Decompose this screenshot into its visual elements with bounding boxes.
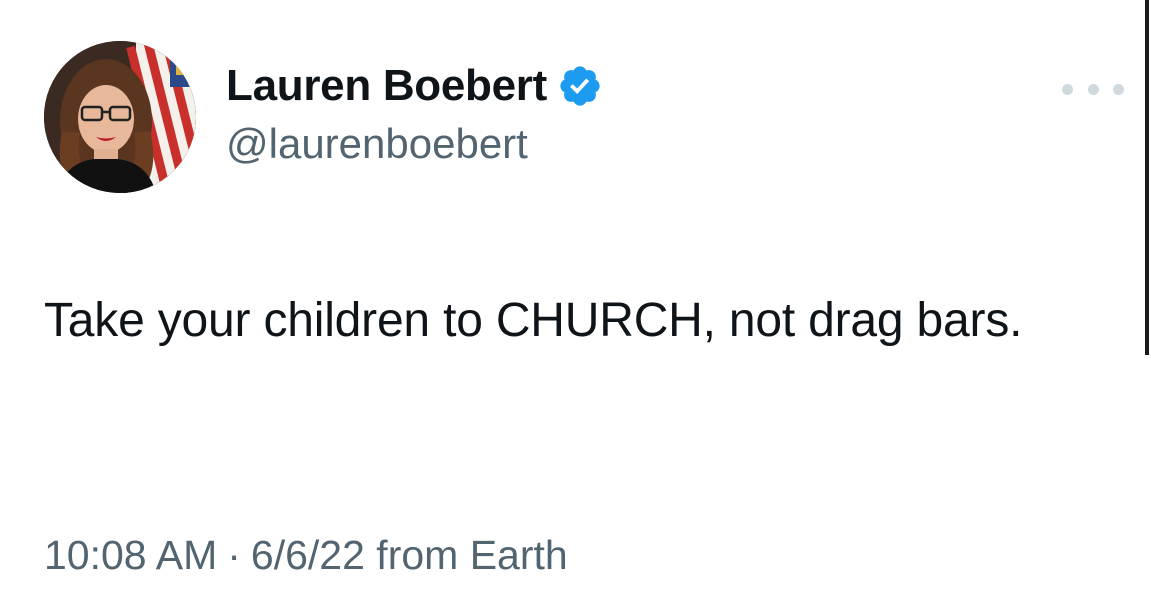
verified-badge-icon[interactable] [557,63,603,109]
tweet-text: Take your children to CHURCH, not drag b… [44,294,1023,347]
display-name[interactable]: Lauren Boebert [226,61,547,111]
avatar[interactable] [44,41,196,193]
dot [1113,83,1124,95]
dot [1062,83,1073,95]
scrollbar[interactable] [1145,0,1149,355]
avatar-photo [44,41,196,193]
tweet-date[interactable]: 6/6/22 [251,532,365,578]
user-handle[interactable]: @laurenboebert [226,120,603,168]
tweet-meta: 10:08 AM · 6/6/22 from Earth [44,532,568,579]
author-block: Lauren Boebert @laurenboebert [226,58,603,168]
tweet-source: from Earth [376,532,568,578]
more-options-icon[interactable] [1062,77,1124,101]
tweet-card: Lauren Boebert @laurenboebert Take your … [0,0,1151,593]
tweet-time[interactable]: 10:08 AM [44,532,217,578]
name-row: Lauren Boebert [226,58,603,114]
meta-separator: · [227,532,241,578]
dot [1087,83,1099,95]
